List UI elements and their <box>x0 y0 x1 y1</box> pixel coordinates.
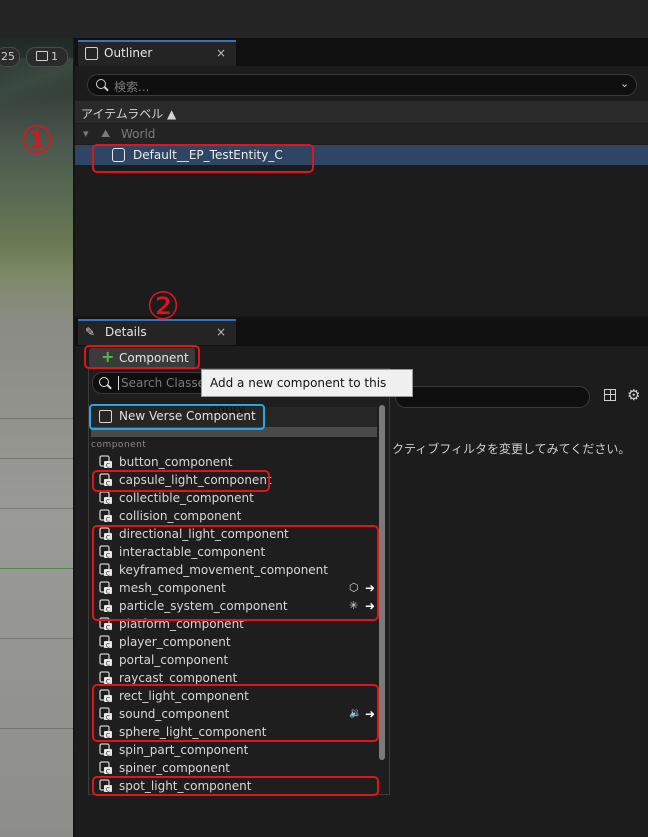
component-list-item[interactable]: Ccollision_component <box>99 507 377 525</box>
annotation-add-component-box <box>84 345 200 369</box>
annotation-spot-light-box <box>92 776 379 796</box>
camera-count-badge[interactable]: 1 <box>26 47 68 67</box>
component-list-item[interactable]: Cportal_component <box>99 651 377 669</box>
world-icon: ⛰ <box>101 127 111 140</box>
component-class-icon: C <box>99 743 113 757</box>
details-tab-label: Details <box>105 325 147 339</box>
annotation-new-verse-box <box>89 404 265 430</box>
svg-text:C: C <box>106 750 110 757</box>
outliner-search-placeholder: 検索... <box>114 80 150 94</box>
details-search-input[interactable] <box>395 386 590 408</box>
component-class-icon: C <box>99 509 113 523</box>
class-search-input[interactable]: Search Classes <box>92 372 212 394</box>
annotation-step-1: ① <box>20 118 55 162</box>
component-list-item-label: button_component <box>119 455 233 469</box>
camera-count-value: 1 <box>51 50 58 63</box>
component-list-item[interactable]: Cplayer_component <box>99 633 377 651</box>
component-class-icon: C <box>99 671 113 685</box>
outliner-icon <box>85 47 98 60</box>
item-label-column: アイテムラベル ▲ <box>81 107 177 121</box>
camera-speed-value: 25 <box>1 50 15 63</box>
filter-hint-text: クティブフィルタを変更してみてください。 <box>392 442 631 456</box>
component-list-item-label: player_component <box>119 635 231 649</box>
chevron-down-icon[interactable]: ⌄ <box>620 77 629 90</box>
component-class-icon: C <box>99 653 113 667</box>
annotation-light-mesh-box <box>92 525 379 621</box>
component-list-item-label: spiner_component <box>119 761 231 775</box>
annotation-capsule-box <box>92 470 270 492</box>
component-class-icon: C <box>99 455 113 469</box>
component-list-item-label: collision_component <box>119 509 242 523</box>
annotation-rect-sound-sphere-box <box>92 684 379 742</box>
world-label: World <box>121 127 156 141</box>
component-list-item-label: portal_component <box>119 653 229 667</box>
outliner-column-header[interactable]: アイテムラベル ▲ <box>75 101 648 123</box>
outliner-tab-label: Outliner <box>104 46 153 60</box>
component-class-icon: C <box>99 491 113 505</box>
component-list-item[interactable]: Cspiner_component <box>99 759 377 777</box>
svg-text:C: C <box>106 498 110 505</box>
table-view-icon[interactable] <box>604 389 616 401</box>
outliner-search-input[interactable]: 検索... ⌄ <box>87 74 637 96</box>
svg-text:C: C <box>106 462 110 469</box>
component-list-item[interactable]: Cbutton_component <box>99 453 377 471</box>
outliner-close-icon[interactable]: × <box>216 46 226 60</box>
outliner-panel: 検索... ⌄ アイテムラベル ▲ ▾ ⛰ World Default__EP_… <box>75 66 648 316</box>
camera-speed-badge[interactable]: 25 <box>0 47 20 67</box>
world-expander-icon[interactable]: ▾ <box>83 127 89 140</box>
svg-text:C: C <box>106 624 110 631</box>
component-class-icon: C <box>99 761 113 775</box>
svg-text:C: C <box>106 642 110 649</box>
outliner-row-world[interactable]: ▾ ⛰ World <box>75 124 648 144</box>
pencil-icon: ✎ <box>85 325 96 339</box>
class-search-placeholder: Search Classes <box>121 376 212 390</box>
component-class-icon: C <box>99 635 113 649</box>
details-close-icon[interactable]: × <box>216 325 226 339</box>
camera-icon <box>36 51 48 61</box>
annotation-step-2: ② <box>146 284 181 328</box>
add-component-tooltip: Add a new component to this entity. <box>201 369 413 416</box>
component-list-item-label: spin_part_component <box>119 743 249 757</box>
svg-text:C: C <box>106 768 110 775</box>
svg-text:C: C <box>106 660 110 667</box>
component-list-item[interactable]: Cspin_part_component <box>99 741 377 759</box>
gear-icon[interactable]: ⚙ <box>627 386 640 404</box>
tab-outliner[interactable]: Outliner × <box>78 40 236 66</box>
editor-top-bar <box>0 0 648 39</box>
dropdown-scrollbar[interactable] <box>379 405 385 760</box>
svg-text:C: C <box>106 516 110 523</box>
annotation-entity-box <box>92 144 314 173</box>
component-section-label: component <box>91 440 147 450</box>
